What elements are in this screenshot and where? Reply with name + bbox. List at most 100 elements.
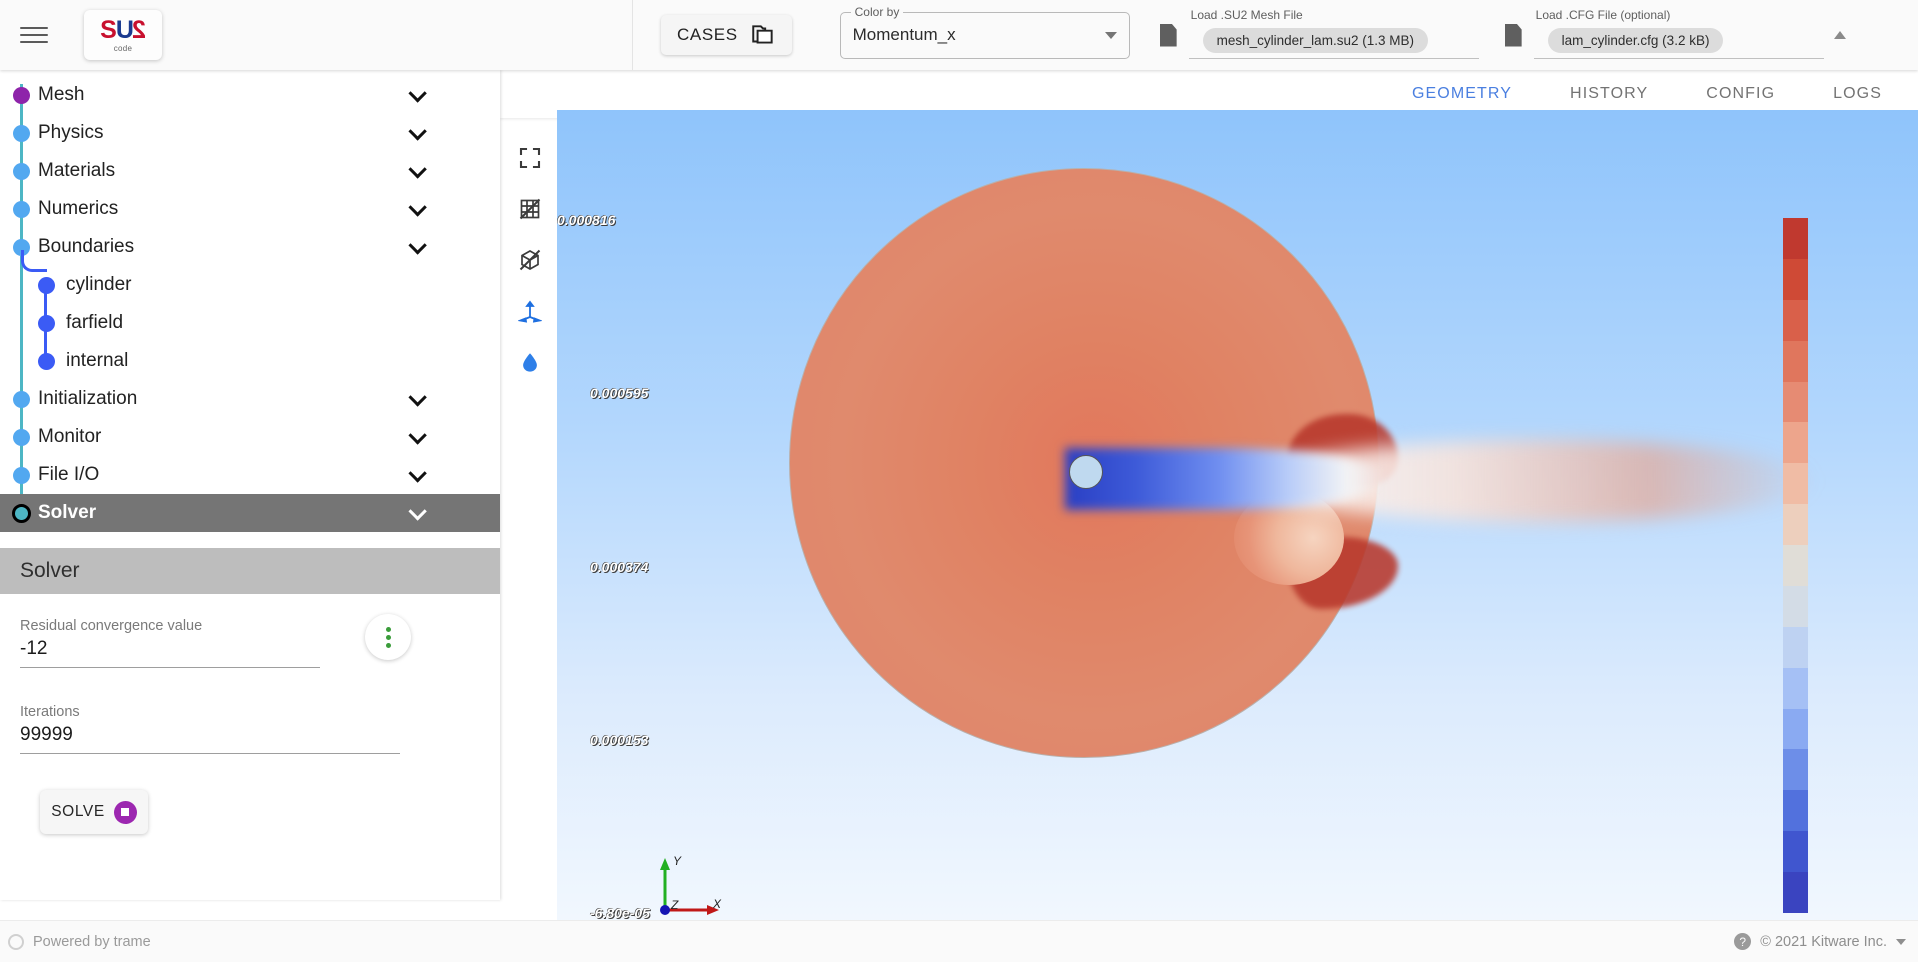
colorbar-tick-label: 0.000374	[590, 559, 649, 575]
colorbar-segment	[1783, 422, 1808, 464]
color-by-legend: Color by	[850, 4, 904, 19]
solve-button-label: SOLVE	[51, 803, 105, 820]
grid-off-icon[interactable]	[512, 191, 548, 227]
tree-item-label: Physics	[38, 122, 104, 143]
hamburger-menu-icon[interactable]	[20, 24, 48, 46]
field-underline	[1533, 57, 1824, 59]
mesh-file-field[interactable]: Load .SU2 Mesh File mesh_cylinder_lam.su…	[1188, 8, 1479, 59]
cases-button[interactable]: CASES	[661, 15, 792, 55]
help-icon[interactable]: ?	[1734, 933, 1752, 950]
colorbar-tick-label: -6.80e-05	[590, 905, 650, 921]
chevron-down-icon[interactable]	[408, 501, 427, 521]
colorbar-segment	[1783, 708, 1808, 750]
solve-button[interactable]: SOLVE	[40, 790, 148, 834]
colorbar-tick-label: 0.000153	[590, 732, 649, 748]
tree-item-boundaries[interactable]: Boundaries	[0, 228, 500, 266]
settings-tree: Mesh Physics Materials Numerics Boundari…	[0, 70, 500, 532]
tree-item-materials[interactable]: Materials	[0, 152, 500, 190]
hamburger-bar	[20, 41, 48, 43]
cfg-file-chip[interactable]: lam_cylinder.cfg (3.2 kB)	[1547, 27, 1724, 53]
chevron-down-icon[interactable]	[408, 121, 427, 141]
tree-item-mesh[interactable]: Mesh	[0, 76, 500, 114]
orientation-axes-icon[interactable]	[512, 293, 548, 329]
chevron-down-icon[interactable]	[1896, 938, 1906, 945]
chevron-down-icon[interactable]	[408, 463, 427, 483]
colorbar-segment	[1783, 381, 1808, 423]
tree-bullet-icon	[13, 86, 30, 104]
tree-bullet-icon	[13, 124, 30, 142]
tree-bullet-icon	[13, 200, 30, 218]
tree-child-label: farfield	[66, 312, 124, 333]
tree-bullet-icon	[13, 428, 30, 446]
chevron-down-icon[interactable]	[408, 159, 427, 179]
chevron-down-icon[interactable]	[408, 235, 427, 255]
tree-child-farfield[interactable]: farfield	[0, 285, 500, 342]
chevron-down-icon[interactable]	[408, 387, 427, 407]
geometry-viewport[interactable]: 0.000816 0.000595 0.000374 0.000153 -6.8…	[557, 110, 1918, 950]
hamburger-bar	[20, 34, 48, 36]
tab-label: LOGS	[1833, 85, 1882, 102]
axis-label-x: X	[713, 897, 722, 911]
residual-convergence-label: Residual convergence value	[20, 618, 203, 634]
iterations-input[interactable]: 99999	[20, 724, 480, 753]
tab-label: CONFIG	[1706, 85, 1776, 102]
tree-item-label: Solver	[38, 502, 97, 523]
tree-item-numerics[interactable]: Numerics	[0, 190, 500, 228]
tree-child-internal[interactable]: internal	[0, 323, 500, 380]
chevron-down-icon[interactable]	[408, 197, 427, 217]
tree-bullet-icon	[13, 466, 30, 484]
tree-item-label: Initialization	[38, 388, 138, 409]
tree-child-cylinder[interactable]: cylinder	[0, 250, 500, 304]
kebab-dot	[385, 634, 391, 640]
cases-button-label: CASES	[677, 25, 738, 44]
colorbar	[1783, 218, 1808, 913]
tree-item-initialization[interactable]: Initialization	[0, 380, 500, 418]
tree-item-solver[interactable]: Solver	[0, 494, 500, 532]
su2-logo[interactable]: SU2 code	[84, 10, 162, 60]
powered-by-label: Powered by trame	[33, 933, 151, 950]
sidebar: Mesh Physics Materials Numerics Boundari…	[0, 70, 500, 900]
field-underline	[1188, 57, 1479, 59]
cube-off-icon[interactable]	[512, 242, 548, 278]
cfg-file-group: Load .CFG File (optional) lam_cylinder.c…	[1505, 0, 1824, 70]
chevron-down-icon[interactable]	[1104, 31, 1117, 39]
tree-bullet-icon	[13, 162, 30, 180]
tree-item-label: Numerics	[38, 198, 119, 219]
water-drop-icon[interactable]	[512, 344, 548, 380]
residual-convergence-input[interactable]: -12	[20, 638, 480, 667]
cfg-file-field[interactable]: Load .CFG File (optional) lam_cylinder.c…	[1533, 8, 1824, 59]
mesh-file-chip[interactable]: mesh_cylinder_lam.su2 (1.3 MB)	[1202, 27, 1428, 53]
folder-icon	[751, 25, 773, 44]
color-by-value: Momentum_x	[852, 25, 956, 44]
colorbar-tick-label: 0.000816	[557, 212, 616, 228]
tree-item-file-io[interactable]: File I/O	[0, 456, 500, 494]
reset-camera-icon[interactable]	[512, 140, 548, 176]
chevron-down-icon[interactable]	[408, 425, 427, 445]
header-divider	[632, 0, 633, 70]
field-underline	[20, 667, 320, 668]
cylinder-body	[1069, 455, 1103, 489]
kebab-dot	[385, 642, 391, 648]
colorbar-segment	[1783, 872, 1808, 913]
color-by-select[interactable]: Color by Momentum_x	[839, 4, 1130, 59]
main-content: GEOMETRY HISTORY CONFIG LOGS 0.000816 0.…	[500, 70, 1918, 950]
field-underline	[20, 753, 400, 754]
document-icon[interactable]	[1160, 24, 1177, 47]
tree-item-monitor[interactable]: Monitor	[0, 418, 500, 456]
tree-child-label: cylinder	[66, 274, 132, 295]
tree-branch-connector	[21, 250, 47, 272]
colorbar-tick-label: 0.000595	[590, 385, 649, 401]
tree-item-physics[interactable]: Physics	[0, 114, 500, 152]
tree-item-label: Mesh	[38, 84, 85, 105]
colorbar-segment	[1783, 626, 1808, 668]
tree-item-label: Boundaries	[38, 236, 135, 257]
more-vertical-icon[interactable]	[365, 614, 411, 660]
iterations-row: Iterations 99999	[20, 704, 480, 754]
document-icon[interactable]	[1505, 24, 1522, 47]
copyright-label: © 2021 Kitware Inc.	[1760, 933, 1887, 950]
scroll-up-icon[interactable]	[1833, 31, 1846, 39]
mesh-file-label: Load .SU2 Mesh File	[1190, 7, 1303, 22]
chevron-down-icon[interactable]	[408, 83, 427, 103]
tree-bullet-icon	[12, 503, 31, 523]
colorbar-segment	[1783, 667, 1808, 709]
